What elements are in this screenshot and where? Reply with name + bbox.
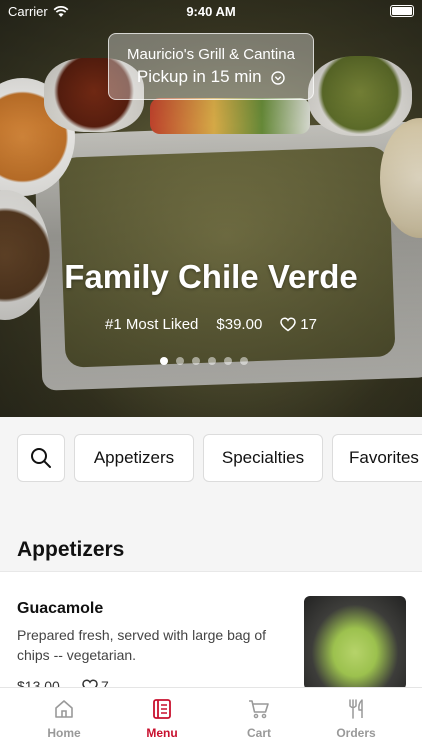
tab-home-label: Home xyxy=(47,726,81,740)
section-title: Appetizers xyxy=(17,538,125,561)
menu-icon xyxy=(153,699,171,719)
tab-bar[interactable]: Home Menu Cart Orders xyxy=(0,687,422,750)
featured-likes: 17 xyxy=(280,316,317,333)
chevron-down-circle-icon xyxy=(271,71,285,85)
category-chip-favorites[interactable]: Favorites xyxy=(332,434,422,482)
restaurant-name: Mauricio's Grill & Cantina xyxy=(127,46,295,63)
menu-item-name: Guacamole xyxy=(17,600,104,617)
search-icon xyxy=(31,448,51,468)
cart-icon xyxy=(249,700,269,719)
pickup-eta: Pickup in 15 min xyxy=(136,67,262,86)
featured-item-meta: #1 Most Liked $39.00 17 xyxy=(0,316,422,333)
carousel-dot[interactable] xyxy=(240,357,248,365)
clock: 9:40 AM xyxy=(186,4,236,19)
carousel-dot[interactable] xyxy=(224,357,232,365)
category-bar[interactable]: Appetizers Specialties Favorites xyxy=(0,417,422,499)
hero-banner[interactable]: Carrier 9:40 AM Mauricio's Grill & Canti… xyxy=(0,0,422,417)
tab-home[interactable]: Home xyxy=(16,698,112,740)
tab-menu[interactable]: Menu xyxy=(114,698,210,740)
status-bar: Carrier 9:40 AM xyxy=(0,0,422,22)
carousel-dots[interactable] xyxy=(160,357,248,365)
menu-item-description: Prepared fresh, served with large bag of… xyxy=(17,627,267,663)
featured-item-title: Family Chile Verde xyxy=(64,258,358,295)
search-button[interactable] xyxy=(17,434,65,482)
carousel-dot[interactable] xyxy=(176,357,184,365)
carousel-dot[interactable] xyxy=(160,357,168,365)
menu-item-card[interactable]: Guacamole Prepared fresh, served with la… xyxy=(0,571,422,701)
menu-item-photo xyxy=(304,596,406,690)
battery-icon xyxy=(390,5,414,17)
home-icon xyxy=(55,700,73,718)
heart-icon xyxy=(280,317,297,332)
featured-price: $39.00 xyxy=(216,316,263,333)
tab-cart-label: Cart xyxy=(246,726,271,740)
carousel-dot[interactable] xyxy=(192,357,200,365)
featured-likes-count: 17 xyxy=(300,316,317,333)
category-chip-specialties[interactable]: Specialties xyxy=(203,434,323,482)
tab-cart[interactable]: Cart xyxy=(211,698,307,740)
tab-menu-label: Menu xyxy=(146,726,178,740)
featured-badge: #1 Most Liked xyxy=(105,316,199,333)
carousel-dot[interactable] xyxy=(208,357,216,365)
tab-orders-label: Orders xyxy=(336,726,376,740)
pickup-selector[interactable]: Mauricio's Grill & Cantina Pickup in 15 … xyxy=(108,33,314,100)
utensils-icon xyxy=(349,699,363,719)
tab-orders[interactable]: Orders xyxy=(308,698,404,740)
category-chip-appetizers[interactable]: Appetizers xyxy=(74,434,194,482)
